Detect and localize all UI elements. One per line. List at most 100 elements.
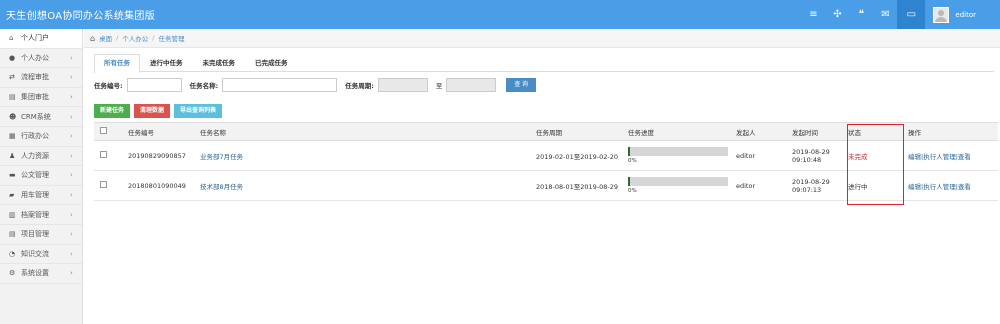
row-checkbox[interactable] bbox=[100, 151, 107, 158]
chevron-right-icon: › bbox=[70, 210, 73, 219]
task-no-cell: 20190829090857 bbox=[124, 140, 196, 171]
task-period-cell: 2019-02-01至2019-02-20 bbox=[532, 140, 624, 171]
sidebar-item-6[interactable]: ♟ 人力资源 › bbox=[0, 147, 82, 167]
person-icon: ♟ bbox=[9, 151, 16, 160]
sidebar-item-label: 用车管理 bbox=[21, 191, 49, 200]
chevron-right-icon: › bbox=[70, 191, 73, 200]
user-icon: ● bbox=[9, 53, 16, 62]
start-time: 09:07:13 bbox=[792, 185, 822, 194]
expand-icon[interactable]: ✣ bbox=[825, 9, 849, 20]
sidebar-item-label: 项目管理 bbox=[21, 230, 49, 239]
task-name-link[interactable]: 业务部7月任务 bbox=[200, 153, 243, 161]
col-operations: 操作 bbox=[904, 122, 998, 141]
chat-icon[interactable]: ❝ bbox=[849, 9, 873, 20]
col-task-no: 任务编号 bbox=[124, 122, 196, 141]
select-all-checkbox[interactable] bbox=[100, 127, 107, 134]
mail-icon[interactable]: ✉ bbox=[873, 9, 897, 20]
settings-icon: ⚙ bbox=[9, 269, 16, 278]
task-tabs: 所有任务 进行中任务 未完成任务 已完成任务 bbox=[94, 54, 994, 73]
period-to-label: 至 bbox=[435, 82, 443, 90]
message-icon[interactable]: ▭ bbox=[897, 0, 926, 29]
task-name-label: 任务名称: bbox=[189, 82, 219, 90]
tab-completed[interactable]: 已完成任务 bbox=[245, 54, 298, 72]
period-end-input[interactable] bbox=[446, 78, 497, 92]
progress-bar: 0% bbox=[628, 177, 728, 194]
home-icon: ⌂ bbox=[9, 34, 14, 43]
home-icon: ⌂ bbox=[90, 33, 96, 43]
task-period-label: 任务周期: bbox=[345, 82, 374, 90]
building-icon: ▦ bbox=[9, 132, 16, 141]
chevron-right-icon: › bbox=[70, 132, 73, 141]
start-date: 2019-08-29 bbox=[792, 177, 830, 186]
new-task-button[interactable]: 新建任务 bbox=[94, 104, 131, 118]
sidebar-item-label: 个人办公 bbox=[21, 53, 49, 62]
sidebar-item-5[interactable]: ▦ 行政办公 › bbox=[0, 127, 82, 147]
username[interactable]: editor bbox=[955, 11, 976, 19]
avatar[interactable] bbox=[933, 6, 950, 23]
sidebar-item-label: CRM系统 bbox=[21, 112, 51, 121]
knowledge-icon: ◔ bbox=[9, 249, 16, 258]
row-operations-links[interactable]: 编辑|执行人管理|查看 bbox=[908, 153, 971, 161]
sidebar-item-12[interactable]: ⚙ 系统设置 › bbox=[0, 264, 82, 284]
chevron-right-icon: › bbox=[70, 171, 73, 180]
breadcrumb-item-desktop[interactable]: 桌面 bbox=[99, 33, 112, 43]
sidebar-item-label: 系统设置 bbox=[21, 269, 49, 278]
sidebar: ⌂ 个人门户 ● 个人办公 › ⇄ 流程审批 › ▤ 集团审批 › ☻ CRM系统 › ▦ 行政办公 › ♟ 人力资… bbox=[0, 29, 83, 324]
car-icon: ▰ bbox=[9, 191, 15, 200]
task-name-link[interactable]: 技术部8月任务 bbox=[200, 183, 243, 191]
task-no-input[interactable] bbox=[126, 78, 182, 92]
chevron-right-icon: › bbox=[70, 112, 73, 121]
row-operations-links[interactable]: 编辑|执行人管理|查看 bbox=[908, 183, 971, 191]
task-no-cell: 20180801090049 bbox=[124, 170, 196, 201]
clear-data-button[interactable]: 清理数据 bbox=[134, 104, 171, 118]
task-name-input[interactable] bbox=[222, 78, 338, 92]
initiator-cell: editor bbox=[732, 170, 788, 201]
progress-fill bbox=[628, 177, 630, 186]
sidebar-item-label: 公文管理 bbox=[21, 171, 49, 180]
col-start-time: 发起时间 bbox=[788, 122, 844, 141]
action-buttons: 新建任务 清理数据 导出查询列表 bbox=[94, 104, 994, 118]
tab-incomplete[interactable]: 未完成任务 bbox=[193, 54, 246, 72]
row-checkbox[interactable] bbox=[100, 181, 107, 188]
breadcrumb: ⌂ 桌面 / 个人办公 / 任务管理 bbox=[84, 29, 1000, 48]
users-icon: ☻ bbox=[9, 112, 17, 121]
tab-in-progress[interactable]: 进行中任务 bbox=[140, 54, 193, 72]
initiator-cell: editor bbox=[732, 140, 788, 171]
sidebar-item-2[interactable]: ⇄ 流程审批 › bbox=[0, 68, 82, 88]
sidebar-item-label: 个人门户 bbox=[21, 34, 49, 43]
project-icon: ▤ bbox=[9, 230, 16, 239]
sidebar-item-label: 流程审批 bbox=[21, 73, 49, 82]
sidebar-item-0[interactable]: ⌂ 个人门户 bbox=[0, 29, 82, 49]
sidebar-item-3[interactable]: ▤ 集团审批 › bbox=[0, 88, 82, 108]
task-period-cell: 2018-08-01至2019-08-29 bbox=[532, 170, 624, 201]
menu-icon[interactable]: ≡ bbox=[801, 9, 825, 20]
breadcrumb-item-personal-office[interactable]: 个人办公 bbox=[122, 33, 148, 43]
sidebar-item-8[interactable]: ▰ 用车管理 › bbox=[0, 186, 82, 206]
top-icons: ≡ ✣ ❝ ✉ ▭ editor bbox=[801, 0, 1000, 29]
progress-bar: 0% bbox=[628, 147, 728, 164]
progress-fill bbox=[628, 147, 630, 156]
breadcrumb-item-task-management[interactable]: 任务管理 bbox=[158, 33, 184, 43]
tab-all-tasks[interactable]: 所有任务 bbox=[94, 54, 140, 73]
progress-text: 0% bbox=[628, 158, 637, 164]
chevron-right-icon: › bbox=[70, 73, 73, 82]
sidebar-item-label: 档案管理 bbox=[21, 210, 49, 219]
col-initiator: 发起人 bbox=[732, 122, 788, 141]
sidebar-item-10[interactable]: ▤ 项目管理 › bbox=[0, 225, 82, 245]
sidebar-item-label: 行政办公 bbox=[21, 132, 49, 141]
sidebar-item-11[interactable]: ◔ 知识交流 › bbox=[0, 245, 82, 265]
chevron-right-icon: › bbox=[70, 230, 73, 239]
sidebar-item-4[interactable]: ☻ CRM系统 › bbox=[0, 107, 82, 127]
top-bar: 天生创想OA协同办公系统集团版 ≡ ✣ ❝ ✉ ▭ editor bbox=[0, 0, 1000, 29]
export-list-button[interactable]: 导出查询列表 bbox=[174, 104, 223, 118]
sidebar-item-9[interactable]: ▥ 档案管理 › bbox=[0, 205, 82, 225]
sidebar-item-7[interactable]: ▬ 公文管理 › bbox=[0, 166, 82, 186]
start-time: 09:10:48 bbox=[792, 155, 822, 164]
chevron-right-icon: › bbox=[70, 53, 73, 62]
list-icon: ▤ bbox=[9, 93, 16, 102]
period-start-input[interactable] bbox=[377, 78, 428, 92]
chevron-right-icon: › bbox=[70, 269, 73, 278]
query-button[interactable]: 查 询 bbox=[506, 78, 536, 92]
col-task-period: 任务周期 bbox=[532, 122, 624, 141]
sidebar-item-1[interactable]: ● 个人办公 › bbox=[0, 49, 82, 69]
